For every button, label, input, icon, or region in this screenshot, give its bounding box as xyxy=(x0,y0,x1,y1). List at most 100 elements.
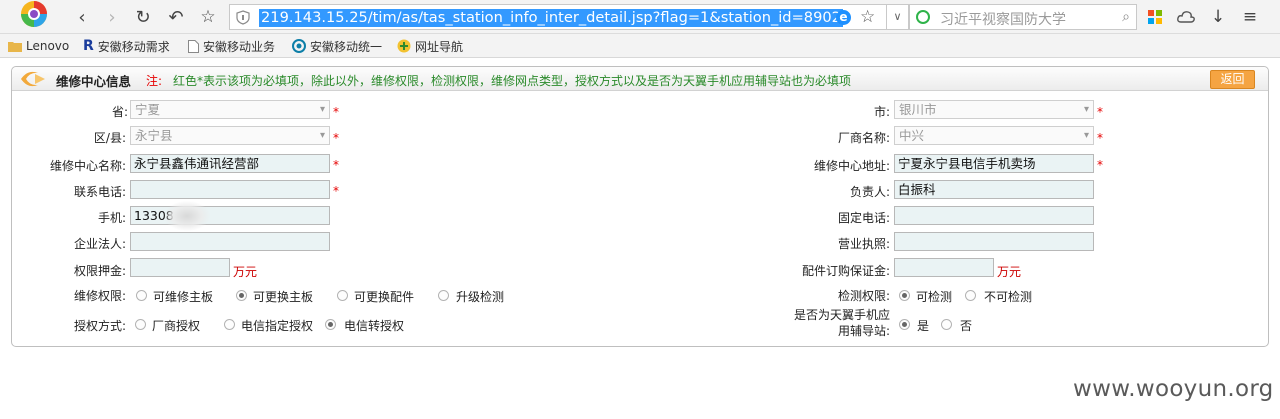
auth-mode-radio[interactable] xyxy=(325,319,336,330)
vendor-select[interactable]: 中兴 ▾ xyxy=(894,126,1094,145)
province-select[interactable]: 宁夏 ▾ xyxy=(130,100,330,119)
reload-icon[interactable]: ↻ xyxy=(131,5,155,29)
business-license-input[interactable] xyxy=(894,232,1094,251)
auth-mode-radio[interactable] xyxy=(135,319,146,330)
auth-mode-option[interactable]: 电信指定授权 xyxy=(241,317,313,334)
center-address-input[interactable]: 宁夏永宁县电信手机卖场 xyxy=(894,154,1094,173)
city-value: 银川市 xyxy=(899,102,937,117)
legal-person-input[interactable] xyxy=(130,232,330,251)
panel-header: 维修中心信息 注: 红色*表示该项为必填项，除此以外，维修权限，检测权限，维修网… xyxy=(12,67,1268,91)
chevron-down-icon: ▾ xyxy=(319,104,325,115)
back-icon[interactable]: ‹ xyxy=(70,5,94,29)
swirl-icon xyxy=(292,39,306,53)
repair-rights-option[interactable]: 可维修主板 xyxy=(153,288,213,305)
forward-icon[interactable]: › xyxy=(100,5,124,29)
province-value: 宁夏 xyxy=(135,102,161,117)
tianyi-station-radio[interactable] xyxy=(899,319,910,330)
mobile-input[interactable]: 13308 xyxy=(130,206,330,225)
repair-rights-option[interactable]: 升级检测 xyxy=(456,288,504,305)
test-rights-label: 检测权限: xyxy=(837,289,890,303)
url-text[interactable]: 219.143.15.25/tim/as/tas_station_info_in… xyxy=(259,9,843,27)
address-dropdown-icon[interactable]: ∨ xyxy=(887,4,909,30)
bookmark-item[interactable]: R 安徽移动需求 xyxy=(83,38,170,54)
favorite-icon[interactable]: ☆ xyxy=(196,5,220,29)
panel-title: 维修中心信息 xyxy=(56,74,132,89)
repair-rights-radio[interactable] xyxy=(236,290,247,301)
search-box[interactable]: 习近平视察国防大学 ⌕ xyxy=(909,4,1137,30)
apps-icon[interactable] xyxy=(1143,5,1167,29)
repair-rights-radio[interactable] xyxy=(136,290,147,301)
search-placeholder[interactable]: 习近平视察国防大学 xyxy=(940,9,1066,29)
contact-phone-input[interactable] xyxy=(130,180,330,199)
business-license-label: 营业执照: xyxy=(837,237,890,251)
repair-rights-radio[interactable] xyxy=(337,290,348,301)
deposit-label: 权限押金: xyxy=(73,264,126,278)
chevron-down-icon: ▾ xyxy=(319,130,325,141)
browser-logo-icon[interactable] xyxy=(6,0,56,33)
bookmark-label: 网址导航 xyxy=(415,39,464,54)
download-icon[interactable]: ↓ xyxy=(1206,5,1230,29)
parts-deposit-unit: 万元 xyxy=(997,265,1022,279)
tianyi-station-label-line1: 是否为天翼手机应 xyxy=(793,308,890,322)
county-select[interactable]: 永宁县 ▾ xyxy=(130,126,330,145)
chevron-down-icon: ▾ xyxy=(1083,104,1089,115)
bookmark-label: 安徽移动统一 xyxy=(310,39,383,54)
page-icon xyxy=(188,39,199,53)
auth-mode-option[interactable]: 电信转授权 xyxy=(344,317,404,334)
back-button[interactable]: 返回 xyxy=(1210,70,1255,89)
watermark-text: www.wooyun.org xyxy=(1073,376,1274,402)
search-icon[interactable]: ⌕ xyxy=(1122,9,1130,25)
ie-mode-icon[interactable]: e xyxy=(836,10,851,25)
browser-toolbar: ‹ › ↻ ↶ ☆ 219.143.15.25/tim/as/tas_stati… xyxy=(0,0,1280,34)
auth-mode-radio[interactable] xyxy=(224,319,235,330)
menu-icon[interactable]: ≡ xyxy=(1238,5,1262,29)
manager-input[interactable]: 白振科 xyxy=(894,180,1094,199)
bookmark-item[interactable]: 安徽移动业务 xyxy=(188,38,275,54)
cloud-icon[interactable] xyxy=(1174,5,1198,29)
bookmark-item[interactable]: Lenovo xyxy=(8,38,69,54)
mobile-label: 手机: xyxy=(97,211,126,225)
bookmark-item[interactable]: 安徽移动统一 xyxy=(292,38,382,54)
shield-icon xyxy=(236,10,250,25)
county-value: 永宁县 xyxy=(135,128,173,143)
contact-phone-label: 联系电话: xyxy=(73,185,126,199)
undo-icon[interactable]: ↶ xyxy=(164,5,188,29)
center-name-input[interactable]: 永宁县鑫伟通讯经营部 xyxy=(130,154,330,173)
bookmark-label: Lenovo xyxy=(26,39,70,53)
required-mark: * xyxy=(333,105,339,119)
bookmark-label: 安徽移动需求 xyxy=(97,39,170,54)
vendor-value: 中兴 xyxy=(899,128,925,143)
landline-input[interactable] xyxy=(894,206,1094,225)
test-rights-radio[interactable] xyxy=(899,290,910,301)
required-mark: * xyxy=(333,184,339,198)
bookmarks-bar: Lenovo R 安徽移动需求 安徽移动业务 安徽移动统一 网址导航 xyxy=(0,34,1280,58)
bookmark-star-icon[interactable]: ☆ xyxy=(860,7,875,27)
address-bar[interactable]: 219.143.15.25/tim/as/tas_station_info_in… xyxy=(229,4,887,30)
panel-header-icon xyxy=(21,71,45,87)
chevron-down-icon: ▾ xyxy=(1083,130,1089,141)
bookmark-item[interactable]: 网址导航 xyxy=(397,38,463,54)
parts-deposit-input[interactable] xyxy=(894,258,994,277)
deposit-unit: 万元 xyxy=(233,265,258,279)
repair-rights-radio[interactable] xyxy=(438,290,449,301)
required-mark: * xyxy=(333,158,339,172)
city-select[interactable]: 银川市 ▾ xyxy=(894,100,1094,119)
tianyi-station-option[interactable]: 否 xyxy=(960,317,972,334)
city-label: 市: xyxy=(873,105,890,119)
redaction-blur xyxy=(164,201,210,231)
test-rights-option[interactable]: 可检测 xyxy=(916,288,952,305)
required-mark: * xyxy=(1097,131,1103,145)
repair-rights-option[interactable]: 可更换配件 xyxy=(354,288,414,305)
tianyi-station-option[interactable]: 是 xyxy=(917,317,929,334)
r-icon: R xyxy=(83,38,94,54)
test-rights-radio[interactable] xyxy=(965,290,976,301)
repair-rights-option[interactable]: 可更换主板 xyxy=(253,288,313,305)
test-rights-option[interactable]: 不可检测 xyxy=(984,288,1032,305)
auth-mode-option[interactable]: 厂商授权 xyxy=(152,317,200,334)
note-label: 注: xyxy=(146,74,163,88)
center-address-label: 维修中心地址: xyxy=(813,159,890,173)
deposit-input[interactable] xyxy=(130,258,230,277)
tianyi-station-radio[interactable] xyxy=(941,319,952,330)
required-mark: * xyxy=(1097,105,1103,119)
province-label: 省: xyxy=(111,105,128,119)
